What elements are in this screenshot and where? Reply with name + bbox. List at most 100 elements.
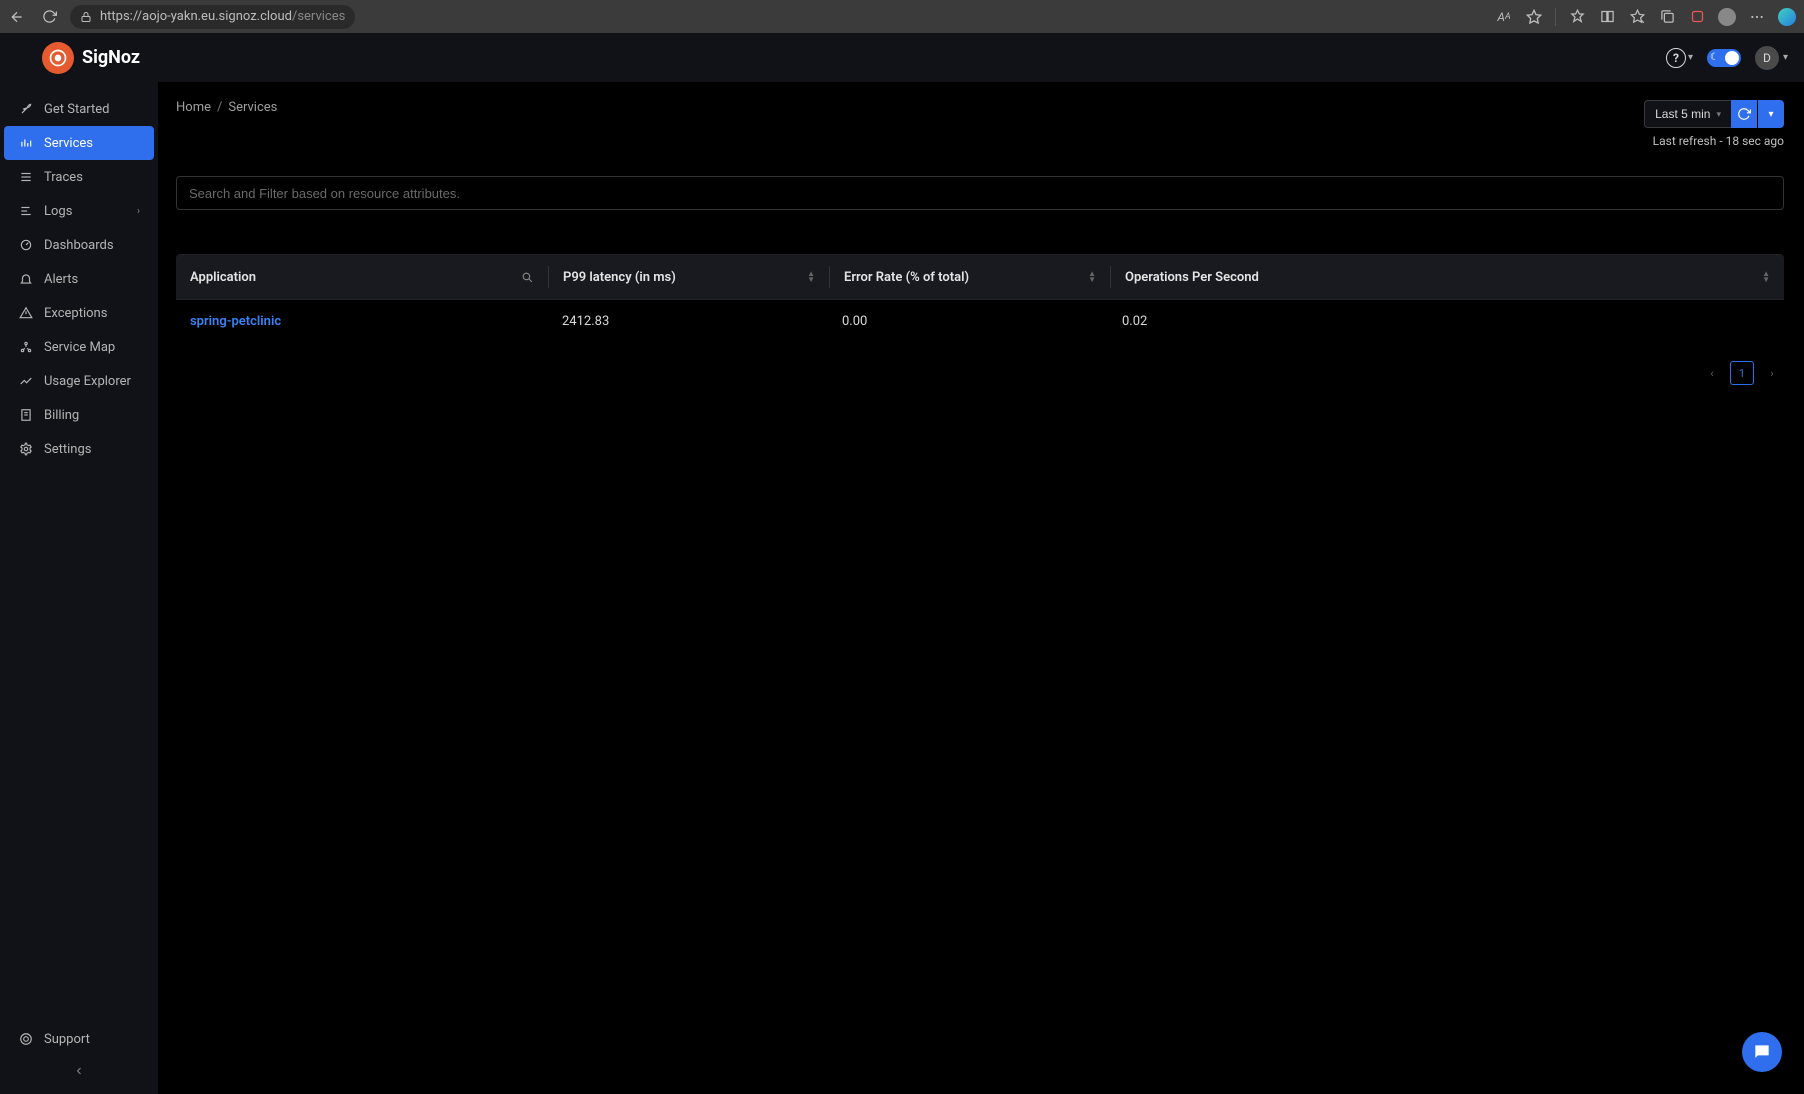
favorites-icon[interactable]: [1628, 8, 1646, 26]
sort-icon[interactable]: ▲▼: [1088, 271, 1096, 283]
refresh-button[interactable]: [1731, 100, 1757, 128]
column-header-p99[interactable]: P99 latency (in ms) ▲▼: [549, 270, 829, 285]
address-bar[interactable]: https://aojo-yakn.eu.signoz.cloud/servic…: [70, 5, 355, 29]
refresh-interval-button[interactable]: ▾: [1758, 100, 1784, 128]
back-icon[interactable]: [8, 8, 26, 26]
sidebar-item-label: Billing: [44, 408, 79, 423]
sidebar-item-label: Exceptions: [44, 306, 107, 321]
user-menu[interactable]: D ▾: [1755, 46, 1788, 70]
cell-application: spring-petclinic: [176, 314, 548, 329]
cell-ops: 0.02: [1108, 314, 1784, 329]
sidebar-item-usage-explorer[interactable]: Usage Explorer: [4, 364, 154, 398]
chat-fab[interactable]: [1742, 1032, 1782, 1072]
sidebar-item-get-started[interactable]: Get Started: [4, 92, 154, 126]
warning-icon: [18, 306, 34, 320]
sidebar-item-label: Services: [44, 136, 93, 151]
sidebar-item-traces[interactable]: Traces: [4, 160, 154, 194]
bell-icon: [18, 272, 34, 286]
time-range-button[interactable]: Last 5 min ▾: [1644, 100, 1732, 128]
column-header-error-rate[interactable]: Error Rate (% of total) ▲▼: [830, 270, 1110, 285]
lifebuoy-icon: [18, 1032, 34, 1046]
url-host: https://aojo-yakn.eu.signoz.cloud: [100, 9, 292, 24]
sort-icon[interactable]: ▲▼: [807, 271, 815, 283]
breadcrumb-home[interactable]: Home: [176, 100, 211, 115]
sidebar-item-label: Get Started: [44, 102, 109, 117]
sidebar-item-settings[interactable]: Settings: [4, 432, 154, 466]
sidebar-item-support[interactable]: Support: [4, 1022, 154, 1056]
column-label: Application: [190, 270, 256, 285]
time-range-label: Last 5 min: [1655, 107, 1710, 121]
services-table: Application P99 latency (in ms) ▲▼ Error…: [176, 254, 1784, 343]
sidebar: Get Started Services Traces Logs › Dashb…: [0, 82, 158, 1094]
column-header-application[interactable]: Application: [176, 270, 548, 285]
copilot-icon[interactable]: [1778, 8, 1796, 26]
breadcrumb: Home / Services: [176, 100, 277, 115]
extension-icon[interactable]: [1568, 8, 1586, 26]
app-header: SigNoz ? ▾ ☾ D ▾: [0, 33, 1804, 82]
brand-logo[interactable]: SigNoz: [42, 42, 140, 74]
collections-icon[interactable]: [1658, 8, 1676, 26]
user-avatar: D: [1755, 46, 1779, 70]
chart-line-icon: [18, 374, 34, 388]
refresh-icon[interactable]: [40, 8, 58, 26]
user-initial: D: [1763, 51, 1771, 65]
content-area: Home / Services Last 5 min ▾ ▾ Last refr…: [158, 82, 1804, 1094]
brand-name: SigNoz: [82, 47, 140, 68]
column-label: P99 latency (in ms): [563, 270, 676, 285]
logo-icon: [42, 42, 74, 74]
profile-avatar-icon[interactable]: [1718, 8, 1736, 26]
search-icon[interactable]: [521, 271, 534, 284]
column-header-ops[interactable]: Operations Per Second ▲▼: [1111, 270, 1784, 285]
gear-icon: [18, 442, 34, 456]
time-range-controls: Last 5 min ▾ ▾: [1644, 100, 1784, 128]
breadcrumb-current: Services: [228, 100, 277, 115]
sidebar-item-alerts[interactable]: Alerts: [4, 262, 154, 296]
chevron-right-icon: ›: [137, 206, 140, 217]
column-label: Error Rate (% of total): [844, 270, 969, 285]
page-next-button[interactable]: ›: [1760, 361, 1784, 385]
browser-toolbar: https://aojo-yakn.eu.signoz.cloud/servic…: [0, 0, 1804, 33]
sidebar-item-service-map[interactable]: Service Map: [4, 330, 154, 364]
help-icon: ?: [1666, 48, 1686, 68]
star-outline-icon[interactable]: [1525, 8, 1543, 26]
sidebar-item-label: Logs: [44, 204, 72, 219]
more-icon[interactable]: [1748, 8, 1766, 26]
sidebar-item-dashboards[interactable]: Dashboards: [4, 228, 154, 262]
toggle-knob: [1725, 51, 1739, 65]
sidebar-item-label: Service Map: [44, 340, 115, 355]
table-row: spring-petclinic 2412.83 0.00 0.02: [176, 299, 1784, 343]
receipt-icon: [18, 408, 34, 422]
sidebar-item-label: Support: [44, 1032, 90, 1047]
breadcrumb-separator: /: [217, 100, 222, 115]
sidebar-item-billing[interactable]: Billing: [4, 398, 154, 432]
sidebar-item-exceptions[interactable]: Exceptions: [4, 296, 154, 330]
reader-icon[interactable]: [1598, 8, 1616, 26]
sidebar-item-label: Alerts: [44, 272, 78, 287]
table-header: Application P99 latency (in ms) ▲▼ Error…: [176, 255, 1784, 299]
moon-icon: ☾: [1710, 52, 1719, 63]
help-menu[interactable]: ? ▾: [1666, 48, 1693, 68]
collapse-sidebar-button[interactable]: [0, 1056, 158, 1086]
sidebar-item-label: Traces: [44, 170, 83, 185]
align-left-icon: [18, 204, 34, 218]
sidebar-item-services[interactable]: Services: [4, 126, 154, 160]
page-prev-button[interactable]: ‹: [1700, 361, 1724, 385]
theme-toggle[interactable]: ☾: [1707, 49, 1741, 67]
chevron-down-icon: ▾: [1716, 109, 1721, 120]
text-size-icon[interactable]: AA: [1495, 8, 1513, 26]
sidebar-item-label: Dashboards: [44, 238, 114, 253]
filter-search-box[interactable]: [176, 176, 1784, 210]
url-path: /services: [292, 9, 345, 24]
page-number-button[interactable]: 1: [1730, 361, 1754, 385]
service-link[interactable]: spring-petclinic: [190, 314, 281, 329]
dashboard-icon: [18, 238, 34, 252]
sidebar-item-logs[interactable]: Logs ›: [4, 194, 154, 228]
sidebar-item-label: Usage Explorer: [44, 374, 131, 389]
sort-icon[interactable]: ▲▼: [1762, 271, 1770, 283]
last-refresh-text: Last refresh - 18 sec ago: [1653, 134, 1784, 148]
app-icon[interactable]: [1688, 8, 1706, 26]
bars-icon: [18, 136, 34, 150]
filter-search-input[interactable]: [189, 186, 1771, 201]
pagination: ‹ 1 ›: [176, 361, 1784, 385]
list-icon: [18, 170, 34, 184]
